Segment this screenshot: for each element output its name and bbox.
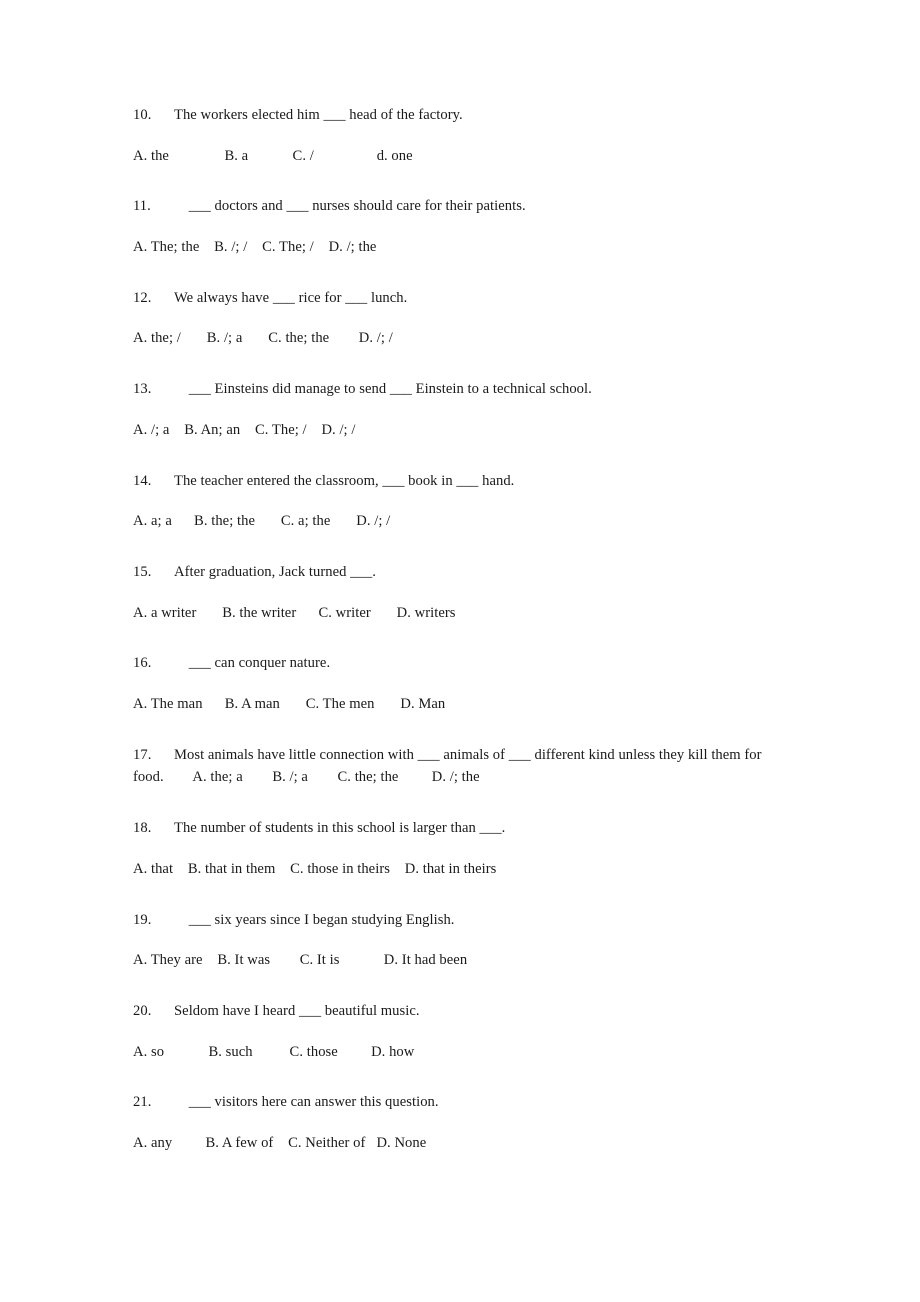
question-options: A. the; / B. /; a C. the; the D. /; / <box>133 330 393 347</box>
question-number: 13. <box>133 381 152 398</box>
question-item: 15. After graduation, Jack turned ___. A.… <box>133 561 793 624</box>
question-stem: 17. Most animals have little connection w… <box>133 744 793 789</box>
question-number: 19. <box>133 911 152 928</box>
question-stem: 18. The number of students in this school… <box>133 817 793 840</box>
question-number: 10. <box>133 107 152 123</box>
question-item: 14. The teacher entered the classroom, __… <box>133 470 793 533</box>
question-text: ___ Einsteins did manage to send ___ Ein… <box>174 381 592 398</box>
question-number: 18. <box>133 820 152 837</box>
question-text: The workers elected him ___ head of the … <box>174 107 463 123</box>
question-item: 11. ___ doctors and ___ nurses should ca… <box>133 195 793 258</box>
question-number: 15. <box>133 564 152 581</box>
question-text: The teacher entered the classroom, ___ b… <box>174 472 515 489</box>
question-item: 20. Seldom have I heard ___ beautiful mus… <box>133 1000 793 1063</box>
question-stem: 21. ___ visitors here can answer this qu… <box>133 1091 793 1114</box>
question-stem: 15. After graduation, Jack turned ___. <box>133 561 793 584</box>
question-options: A. a; a B. the; the C. a; the D. /; / <box>133 513 391 530</box>
question-options: A. /; a B. An; an C. The; / D. /; / <box>133 421 356 438</box>
question-text: ___ doctors and ___ nurses should care f… <box>174 198 526 215</box>
question-text: Most animals have little connection with… <box>133 746 766 786</box>
question-stem: 16. ___ can conquer nature. <box>133 652 793 675</box>
question-stem: 13. ___ Einsteins did manage to send ___… <box>133 378 793 401</box>
document-page: 10. The workers elected him ___ head of t… <box>0 0 920 1302</box>
question-stem: 19. ___ six years since I began studying… <box>133 909 793 932</box>
question-item: 18. The number of students in this school… <box>133 817 793 880</box>
question-text: ___ can conquer nature. <box>174 655 331 672</box>
question-item: 19. ___ six years since I began studying… <box>133 909 793 972</box>
question-text: Seldom have I heard ___ beautiful music. <box>174 1003 420 1020</box>
question-number: 16. <box>133 655 152 672</box>
question-item: 17. Most animals have little connection w… <box>133 744 793 789</box>
question-number: 21. <box>133 1094 152 1111</box>
question-options: A. that B. that in them C. those in thei… <box>133 860 497 877</box>
question-item: 13. ___ Einsteins did manage to send ___… <box>133 378 793 441</box>
question-options: A. The man B. A man C. The men D. Man <box>133 696 446 713</box>
question-number: 12. <box>133 289 152 306</box>
question-item: 10. The workers elected him ___ head of t… <box>133 104 793 167</box>
question-text: We always have ___ rice for ___ lunch. <box>174 289 408 306</box>
question-stem: 14. The teacher entered the classroom, __… <box>133 470 793 493</box>
question-item: 12. We always have ___ rice for ___ lunch… <box>133 287 793 350</box>
question-options: A. a writer B. the writer C. writer D. w… <box>133 604 456 621</box>
question-text: ___ visitors here can answer this questi… <box>174 1094 439 1111</box>
question-text: The number of students in this school is… <box>174 820 506 837</box>
question-list: 10. The workers elected him ___ head of t… <box>133 104 793 1183</box>
question-options: A. The; the B. /; / C. The; / D. /; the <box>133 239 377 256</box>
question-item: 16. ___ can conquer nature. A. The man B… <box>133 652 793 715</box>
question-number: 20. <box>133 1003 152 1020</box>
question-text: ___ six years since I began studying Eng… <box>174 911 455 928</box>
question-number: 17. <box>133 746 152 763</box>
question-text: After graduation, Jack turned ___. <box>174 564 376 581</box>
question-stem: 11. ___ doctors and ___ nurses should ca… <box>133 195 793 218</box>
question-stem: 12. We always have ___ rice for ___ lunch… <box>133 287 793 310</box>
question-stem: 10. The workers elected him ___ head of t… <box>133 104 793 127</box>
question-number: 11. <box>133 198 151 215</box>
question-number: 14. <box>133 472 152 489</box>
question-options: A. the B. a C. / d. one <box>133 147 413 164</box>
question-options: A. so B. such C. those D. how <box>133 1043 415 1060</box>
question-options: A. any B. A few of C. Neither of D. None <box>133 1135 427 1152</box>
question-options: A. They are B. It was C. It is D. It had… <box>133 952 468 969</box>
question-stem: 20. Seldom have I heard ___ beautiful mus… <box>133 1000 793 1023</box>
question-item: 21. ___ visitors here can answer this qu… <box>133 1091 793 1154</box>
